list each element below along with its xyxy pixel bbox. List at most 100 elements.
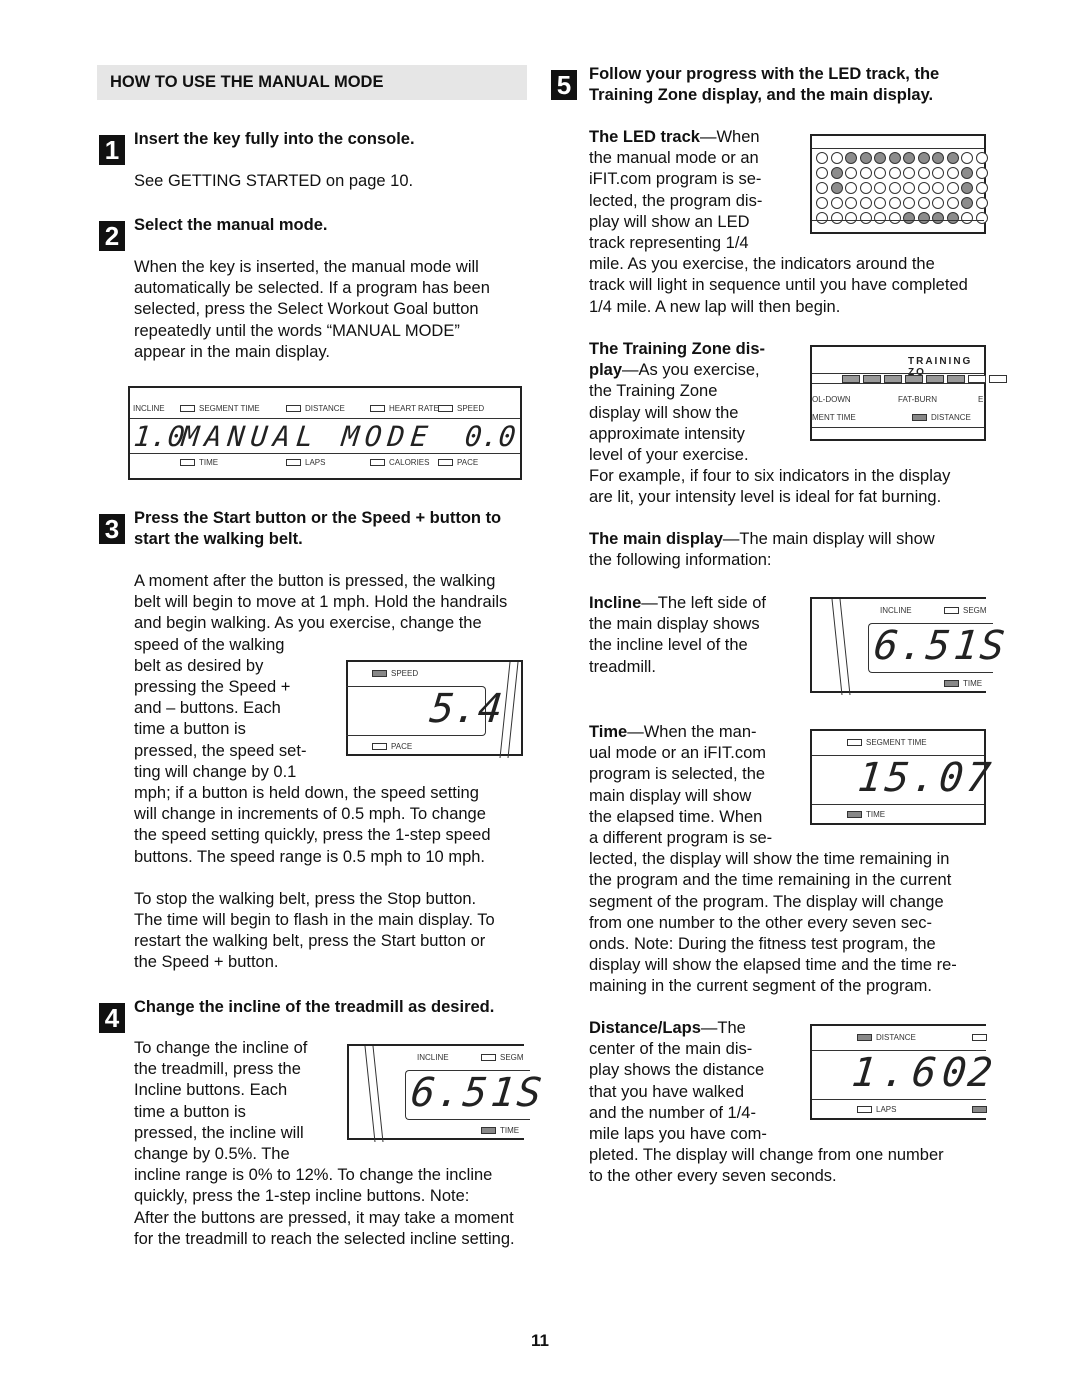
indicator-icon: [481, 1054, 496, 1062]
label-segment-time: MENT TIME: [812, 413, 856, 422]
led-lit: [874, 152, 886, 164]
step-2-body: When the key is inserted, the manual mod…: [134, 258, 490, 361]
led-unlit: [975, 167, 988, 179]
step-5-title: Follow your progress with the LED track,…: [589, 65, 940, 104]
zone-segment-unlit: [989, 375, 1007, 383]
indicator-icon: [180, 459, 195, 467]
page-number: 11: [531, 1331, 549, 1350]
zone-segment-lit: [947, 375, 965, 383]
led-unlit: [917, 167, 930, 179]
led-lit: [946, 152, 959, 164]
incline-display-small: INCLINE SEGM 6.5 1S TIME: [347, 1044, 546, 1142]
led-unlit: [888, 197, 901, 209]
time-display: SEGMENT TIME 15.07 TIME: [810, 729, 996, 825]
indicator-icon: [847, 811, 862, 819]
label-time: TIME: [847, 810, 885, 819]
led-lit: [961, 167, 973, 179]
time-readout-partial: 1S: [488, 1070, 546, 1116]
led-unlit: [975, 197, 988, 209]
led-lit: [961, 197, 973, 209]
led-lit: [830, 182, 843, 194]
label-laps: LAPS: [286, 458, 325, 467]
indicator-icon: [972, 1106, 987, 1114]
label-speed: SPEED: [372, 669, 418, 678]
led-lit: [845, 152, 857, 164]
manual-mode-display: INCLINE SEGMENT TIME DISTANCE HEART RATE…: [128, 386, 522, 480]
led-unlit: [946, 197, 959, 209]
bezel-lines: [499, 662, 519, 758]
mode-message: MANUAL MODE: [180, 420, 436, 453]
divider: [812, 1099, 986, 1100]
led-unlit: [961, 152, 973, 164]
label-pace: PACE: [438, 458, 478, 467]
led-lit: [946, 212, 959, 224]
indicator-icon: [944, 680, 959, 688]
divider: [812, 427, 984, 428]
led-lit: [917, 212, 930, 224]
indicator-icon: [180, 405, 195, 413]
label-time: TIME: [944, 679, 982, 688]
step-number-3: 3: [99, 514, 125, 544]
label-cool-down: OL-DOWN: [812, 395, 851, 404]
led-lit: [888, 152, 901, 164]
led-unlit: [917, 197, 930, 209]
led-unlit: [816, 152, 828, 164]
indicator-partial: [972, 1033, 991, 1042]
label-segment-time: SEGMENT TIME: [180, 404, 260, 413]
indicator-icon: [286, 405, 301, 413]
main-display-text: The main display—The main display will s…: [589, 530, 935, 570]
laps-readout-partial: 2: [965, 1050, 999, 1096]
led-unlit: [975, 212, 988, 224]
bezel-lines: [831, 599, 851, 695]
speed-readout: 0.0: [463, 420, 518, 453]
led-unlit: [888, 167, 901, 179]
label-time: TIME: [481, 1126, 519, 1135]
zone-segment-lit: [863, 375, 881, 383]
label-incline: INCLINE: [133, 404, 165, 413]
led-track-display: [810, 134, 989, 234]
led-unlit: [903, 197, 915, 209]
label-fat-burn: FAT-BURN: [898, 395, 937, 404]
led-lit: [903, 212, 915, 224]
incline-display: INCLINE SEGM 6.5 1S TIME: [810, 597, 1009, 695]
led-unlit: [816, 212, 828, 224]
divider: [812, 220, 984, 221]
divider: [812, 373, 984, 374]
incline-readout: 6.5: [871, 623, 955, 669]
indicator-icon: [857, 1034, 872, 1042]
indicator-icon: [857, 1106, 872, 1114]
step-2-title: Select the manual mode.: [134, 216, 328, 234]
indicator-icon: [438, 459, 453, 467]
step-1-body: See GETTING STARTED on page 10.: [134, 172, 414, 190]
step-number-1: 1: [99, 135, 125, 165]
divider: [812, 383, 984, 384]
indicator-partial: [972, 1105, 991, 1114]
led-unlit: [816, 182, 828, 194]
led-unlit: [975, 182, 988, 194]
section-title: HOW TO USE THE MANUAL MODE: [97, 65, 527, 100]
step-number-2: 2: [99, 221, 125, 251]
zone-segment-unlit: [968, 375, 986, 383]
term-led-track: The LED track: [589, 128, 700, 146]
label-endurance: EI: [978, 395, 986, 404]
step-3-title: Press the Start button or the Speed + bu…: [134, 509, 502, 548]
led-unlit: [932, 167, 944, 179]
led-unlit: [932, 197, 944, 209]
indicator-icon: [370, 459, 385, 467]
led-track-grid: [816, 152, 989, 224]
incline-readout: 6.5: [408, 1070, 492, 1116]
step-number-4: 4: [99, 1003, 125, 1033]
led-unlit: [874, 182, 886, 194]
led-unlit: [946, 167, 959, 179]
led-lit: [961, 182, 973, 194]
led-unlit: [874, 212, 886, 224]
led-unlit: [961, 212, 973, 224]
speed-display: SPEED 5.4 PACE: [346, 660, 523, 758]
led-unlit: [917, 182, 930, 194]
led-lit: [903, 152, 915, 164]
led-unlit: [975, 152, 988, 164]
led-unlit: [888, 212, 901, 224]
time-readout-partial: 1S: [951, 623, 1009, 669]
divider: [130, 453, 520, 454]
indicator-icon: [372, 743, 387, 751]
